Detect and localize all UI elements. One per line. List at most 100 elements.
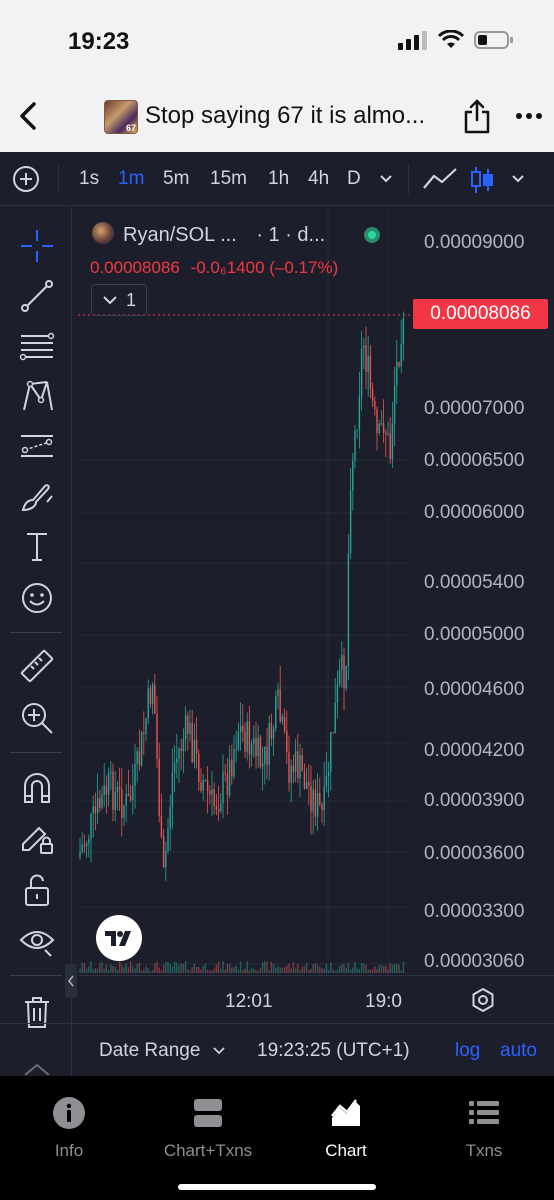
volume-bar	[228, 963, 231, 973]
timeframe-1s[interactable]: 1s	[79, 168, 99, 190]
candle-body	[264, 746, 266, 764]
tools-divider	[10, 752, 62, 753]
timeframe-4h[interactable]: 4h	[308, 168, 329, 190]
volume-bar	[242, 970, 244, 973]
candle-body	[338, 669, 341, 685]
zoom-in-tool-icon[interactable]	[18, 699, 56, 737]
candle-body	[88, 838, 90, 844]
candle-body	[305, 781, 308, 789]
emoji-tool-icon[interactable]	[18, 579, 56, 617]
candle-body	[259, 737, 262, 767]
candle-body	[112, 771, 114, 811]
timeframe-d[interactable]: D	[347, 168, 361, 190]
fib-retracement-tool-icon[interactable]	[18, 327, 56, 365]
candle-body	[310, 785, 312, 812]
candle-body	[134, 764, 136, 787]
crosshair-tool-icon[interactable]	[18, 227, 56, 265]
candle-body	[151, 684, 154, 705]
lock-drawing-tool-icon[interactable]	[18, 819, 56, 857]
candle-body	[103, 785, 105, 796]
timeframe-15m[interactable]: 15m	[210, 168, 247, 190]
candle-body	[283, 716, 286, 732]
split-view-icon	[194, 1099, 222, 1127]
volume-bar	[112, 966, 114, 973]
volume-bar	[272, 963, 275, 973]
volume-bar	[325, 963, 328, 973]
volume-bar	[323, 968, 325, 973]
eye-visibility-icon[interactable]	[18, 921, 56, 959]
candle-body	[242, 725, 244, 732]
volume-bar	[354, 961, 356, 973]
volume-bar	[277, 965, 279, 973]
volume-bar	[173, 961, 176, 973]
ruler-tool-icon[interactable]	[18, 647, 56, 685]
volume-bar	[369, 969, 372, 973]
volume-bar	[101, 961, 103, 973]
volume-bar	[330, 962, 332, 973]
volume-bar	[103, 968, 105, 973]
legend-pair: Ryan/SOL ...	[123, 224, 237, 246]
timeframe-1m[interactable]: 1m	[118, 168, 144, 190]
candle-body	[105, 785, 108, 795]
candle-body	[169, 807, 171, 829]
auto-scale-toggle[interactable]: auto	[500, 1040, 537, 1062]
add-symbol-icon[interactable]	[12, 165, 40, 193]
candle-body	[189, 723, 191, 734]
collapse-sidebar-button[interactable]	[65, 964, 77, 998]
line-chart-type-icon[interactable]	[422, 166, 458, 192]
legend-symbol: Ryan/SOL ... · 1 · d...	[123, 224, 325, 247]
wifi-icon	[438, 30, 464, 48]
tab-info[interactable]: Info	[4, 1096, 134, 1161]
tab-chart-txns[interactable]: Chart+Txns	[143, 1096, 273, 1161]
volume-bar	[279, 967, 281, 973]
tradingview-logo-icon[interactable]	[96, 915, 142, 961]
candle-body	[325, 776, 328, 787]
timeframe-dropdown-chevron-icon[interactable]	[378, 172, 394, 186]
text-tool-icon[interactable]	[18, 527, 56, 565]
back-chevron-icon[interactable]	[14, 100, 44, 132]
candle-body	[184, 715, 187, 740]
candle-body	[297, 751, 299, 779]
volume-bar	[253, 968, 255, 973]
volume-bar	[250, 967, 253, 973]
candle-body	[147, 688, 149, 719]
date-range-dropdown[interactable]: Date Range	[99, 1040, 226, 1062]
pattern-tool-icon[interactable]	[18, 377, 56, 415]
volume-bar	[343, 964, 345, 973]
unlock-icon[interactable]	[18, 871, 56, 909]
volume-bar	[237, 969, 240, 973]
list-icon	[469, 1101, 499, 1124]
more-options-icon[interactable]	[514, 104, 544, 128]
volume-bar	[118, 961, 121, 973]
indicators-toggle-button[interactable]: 1	[91, 284, 147, 316]
market-status-indicator	[364, 227, 380, 243]
candlestick-chart-type-icon[interactable]	[470, 166, 494, 194]
share-icon[interactable]	[462, 98, 492, 134]
candle-body	[110, 771, 112, 774]
volume-bar	[387, 969, 389, 973]
timezone-clock[interactable]: 19:23:25 (UTC+1)	[257, 1040, 410, 1062]
timeframe-5m[interactable]: 5m	[163, 168, 189, 190]
volume-bar	[217, 961, 220, 973]
indicator-count: 1	[125, 289, 136, 310]
candle-body	[198, 753, 200, 783]
tab-chart[interactable]: Chart	[281, 1096, 411, 1161]
magnet-tool-icon[interactable]	[18, 769, 56, 807]
battery-icon	[474, 31, 513, 49]
tab-txns[interactable]: Txns	[419, 1096, 549, 1161]
log-scale-toggle[interactable]: log	[455, 1040, 480, 1062]
legend-change: -0.0₆1400 (–0.17%)	[190, 258, 339, 277]
chart-settings-icon[interactable]	[470, 987, 496, 1013]
candle-body	[321, 804, 323, 811]
volume-bar	[132, 966, 134, 973]
chart-type-dropdown-chevron-icon[interactable]	[510, 172, 526, 186]
tab-label: Chart	[325, 1141, 367, 1160]
timeframe-1h[interactable]: 1h	[268, 168, 289, 190]
candle-body	[79, 851, 81, 857]
candle-body	[327, 771, 330, 777]
forecast-tool-icon[interactable]	[18, 427, 56, 465]
brush-tool-icon[interactable]	[18, 477, 56, 515]
volume-bar	[301, 966, 303, 973]
trend-line-tool-icon[interactable]	[18, 277, 56, 315]
volume-bar	[105, 964, 108, 973]
